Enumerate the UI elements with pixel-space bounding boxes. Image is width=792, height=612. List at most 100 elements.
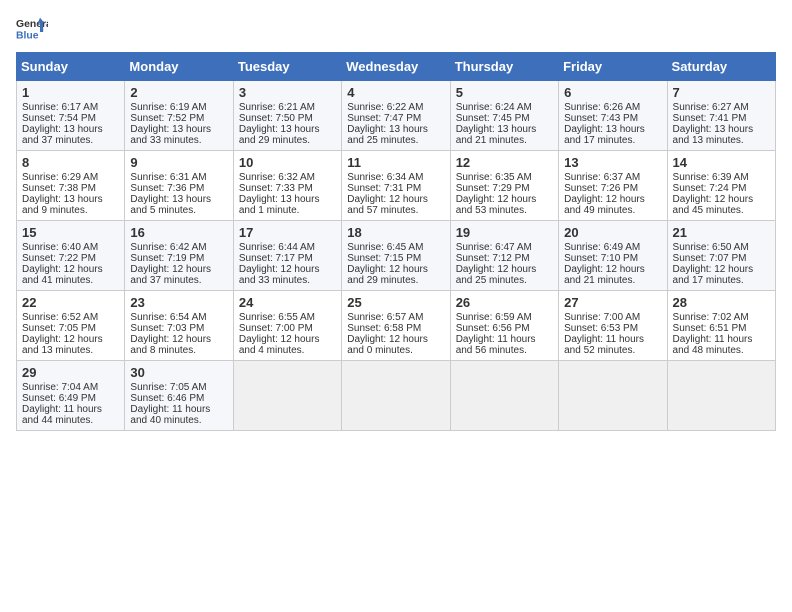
day-info-line: Sunset: 7:41 PM xyxy=(673,113,770,124)
day-info-line: Sunset: 7:00 PM xyxy=(239,323,336,334)
day-number: 30 xyxy=(130,365,227,380)
calendar-week-row: 29Sunrise: 7:04 AMSunset: 6:49 PMDayligh… xyxy=(17,361,776,431)
day-info-line: Sunset: 7:03 PM xyxy=(130,323,227,334)
day-number: 10 xyxy=(239,155,336,170)
calendar: SundayMondayTuesdayWednesdayThursdayFrid… xyxy=(16,52,776,431)
day-info-line: Sunset: 7:52 PM xyxy=(130,113,227,124)
day-number: 15 xyxy=(22,225,119,240)
day-info-line: Sunrise: 6:27 AM xyxy=(673,102,770,113)
calendar-week-row: 15Sunrise: 6:40 AMSunset: 7:22 PMDayligh… xyxy=(17,221,776,291)
day-info-line: Daylight: 12 hours xyxy=(239,264,336,275)
day-number: 6 xyxy=(564,85,661,100)
day-info-line: and 25 minutes. xyxy=(456,275,553,286)
day-number: 27 xyxy=(564,295,661,310)
day-number: 19 xyxy=(456,225,553,240)
day-info-line: Daylight: 11 hours xyxy=(673,334,770,345)
day-info-line: Daylight: 13 hours xyxy=(22,194,119,205)
day-info-line: Daylight: 13 hours xyxy=(456,124,553,135)
day-number: 18 xyxy=(347,225,444,240)
day-info-line: Sunset: 7:29 PM xyxy=(456,183,553,194)
day-info-line: Daylight: 12 hours xyxy=(564,264,661,275)
calendar-cell: 13Sunrise: 6:37 AMSunset: 7:26 PMDayligh… xyxy=(559,151,667,221)
day-info-line: Sunrise: 7:02 AM xyxy=(673,312,770,323)
day-info-line: and 25 minutes. xyxy=(347,135,444,146)
day-info-line: Sunrise: 6:35 AM xyxy=(456,172,553,183)
day-info-line: Sunset: 7:10 PM xyxy=(564,253,661,264)
weekday-header: Tuesday xyxy=(233,53,341,81)
weekday-header: Thursday xyxy=(450,53,558,81)
day-info-line: Daylight: 13 hours xyxy=(130,124,227,135)
day-info-line: Sunset: 7:26 PM xyxy=(564,183,661,194)
day-info-line: and 44 minutes. xyxy=(22,415,119,426)
calendar-cell: 9Sunrise: 6:31 AMSunset: 7:36 PMDaylight… xyxy=(125,151,233,221)
day-info-line: and 45 minutes. xyxy=(673,205,770,216)
calendar-cell: 12Sunrise: 6:35 AMSunset: 7:29 PMDayligh… xyxy=(450,151,558,221)
day-number: 9 xyxy=(130,155,227,170)
day-info-line: and 37 minutes. xyxy=(130,275,227,286)
day-info-line: and 57 minutes. xyxy=(347,205,444,216)
calendar-cell: 6Sunrise: 6:26 AMSunset: 7:43 PMDaylight… xyxy=(559,81,667,151)
day-info-line: Sunrise: 6:50 AM xyxy=(673,242,770,253)
day-info-line: Sunset: 7:07 PM xyxy=(673,253,770,264)
day-info-line: Daylight: 12 hours xyxy=(347,264,444,275)
day-number: 7 xyxy=(673,85,770,100)
calendar-cell: 3Sunrise: 6:21 AMSunset: 7:50 PMDaylight… xyxy=(233,81,341,151)
day-info-line: and 40 minutes. xyxy=(130,415,227,426)
calendar-cell: 2Sunrise: 6:19 AMSunset: 7:52 PMDaylight… xyxy=(125,81,233,151)
day-number: 2 xyxy=(130,85,227,100)
day-info-line: and 48 minutes. xyxy=(673,345,770,356)
day-info-line: Daylight: 13 hours xyxy=(347,124,444,135)
day-info-line: and 0 minutes. xyxy=(347,345,444,356)
day-info-line: Sunset: 7:54 PM xyxy=(22,113,119,124)
day-info-line: Sunrise: 6:29 AM xyxy=(22,172,119,183)
day-info-line: Sunset: 6:53 PM xyxy=(564,323,661,334)
calendar-cell: 10Sunrise: 6:32 AMSunset: 7:33 PMDayligh… xyxy=(233,151,341,221)
day-info-line: Sunrise: 6:54 AM xyxy=(130,312,227,323)
day-number: 21 xyxy=(673,225,770,240)
day-info-line: and 29 minutes. xyxy=(239,135,336,146)
day-info-line: and 41 minutes. xyxy=(22,275,119,286)
day-info-line: and 52 minutes. xyxy=(564,345,661,356)
day-info-line: Sunrise: 6:39 AM xyxy=(673,172,770,183)
day-info-line: Sunset: 7:50 PM xyxy=(239,113,336,124)
day-info-line: Sunrise: 7:04 AM xyxy=(22,382,119,393)
day-number: 1 xyxy=(22,85,119,100)
day-number: 16 xyxy=(130,225,227,240)
day-info-line: Sunrise: 6:37 AM xyxy=(564,172,661,183)
day-info-line: Daylight: 13 hours xyxy=(239,194,336,205)
day-info-line: and 56 minutes. xyxy=(456,345,553,356)
day-info-line: Sunset: 7:15 PM xyxy=(347,253,444,264)
day-number: 23 xyxy=(130,295,227,310)
calendar-cell xyxy=(450,361,558,431)
day-info-line: Daylight: 13 hours xyxy=(564,124,661,135)
calendar-cell: 23Sunrise: 6:54 AMSunset: 7:03 PMDayligh… xyxy=(125,291,233,361)
calendar-cell: 28Sunrise: 7:02 AMSunset: 6:51 PMDayligh… xyxy=(667,291,775,361)
day-info-line: Sunrise: 6:21 AM xyxy=(239,102,336,113)
day-info-line: Sunset: 7:33 PM xyxy=(239,183,336,194)
day-number: 25 xyxy=(347,295,444,310)
day-number: 13 xyxy=(564,155,661,170)
day-info-line: Sunset: 7:43 PM xyxy=(564,113,661,124)
day-info-line: and 17 minutes. xyxy=(673,275,770,286)
day-info-line: Sunset: 7:19 PM xyxy=(130,253,227,264)
day-info-line: Sunrise: 6:22 AM xyxy=(347,102,444,113)
day-info-line: Sunset: 7:05 PM xyxy=(22,323,119,334)
calendar-cell: 25Sunrise: 6:57 AMSunset: 6:58 PMDayligh… xyxy=(342,291,450,361)
day-info-line: Sunrise: 6:55 AM xyxy=(239,312,336,323)
calendar-cell: 17Sunrise: 6:44 AMSunset: 7:17 PMDayligh… xyxy=(233,221,341,291)
day-info-line: Daylight: 13 hours xyxy=(673,124,770,135)
weekday-header: Sunday xyxy=(17,53,125,81)
day-number: 22 xyxy=(22,295,119,310)
day-info-line: Sunrise: 6:52 AM xyxy=(22,312,119,323)
day-info-line: and 13 minutes. xyxy=(22,345,119,356)
calendar-cell: 7 Sunrise: 6:27 AMSunset: 7:41 PMDaylight… xyxy=(667,81,775,151)
day-info-line: Sunset: 7:38 PM xyxy=(22,183,119,194)
day-info-line: and 8 minutes. xyxy=(130,345,227,356)
day-info-line: Daylight: 12 hours xyxy=(130,264,227,275)
day-info-line: Sunrise: 7:00 AM xyxy=(564,312,661,323)
day-info-line: Daylight: 12 hours xyxy=(673,264,770,275)
calendar-cell: 26Sunrise: 6:59 AMSunset: 6:56 PMDayligh… xyxy=(450,291,558,361)
day-info-line: Daylight: 11 hours xyxy=(130,404,227,415)
day-info-line: Sunrise: 6:47 AM xyxy=(456,242,553,253)
day-info-line: Daylight: 12 hours xyxy=(456,264,553,275)
